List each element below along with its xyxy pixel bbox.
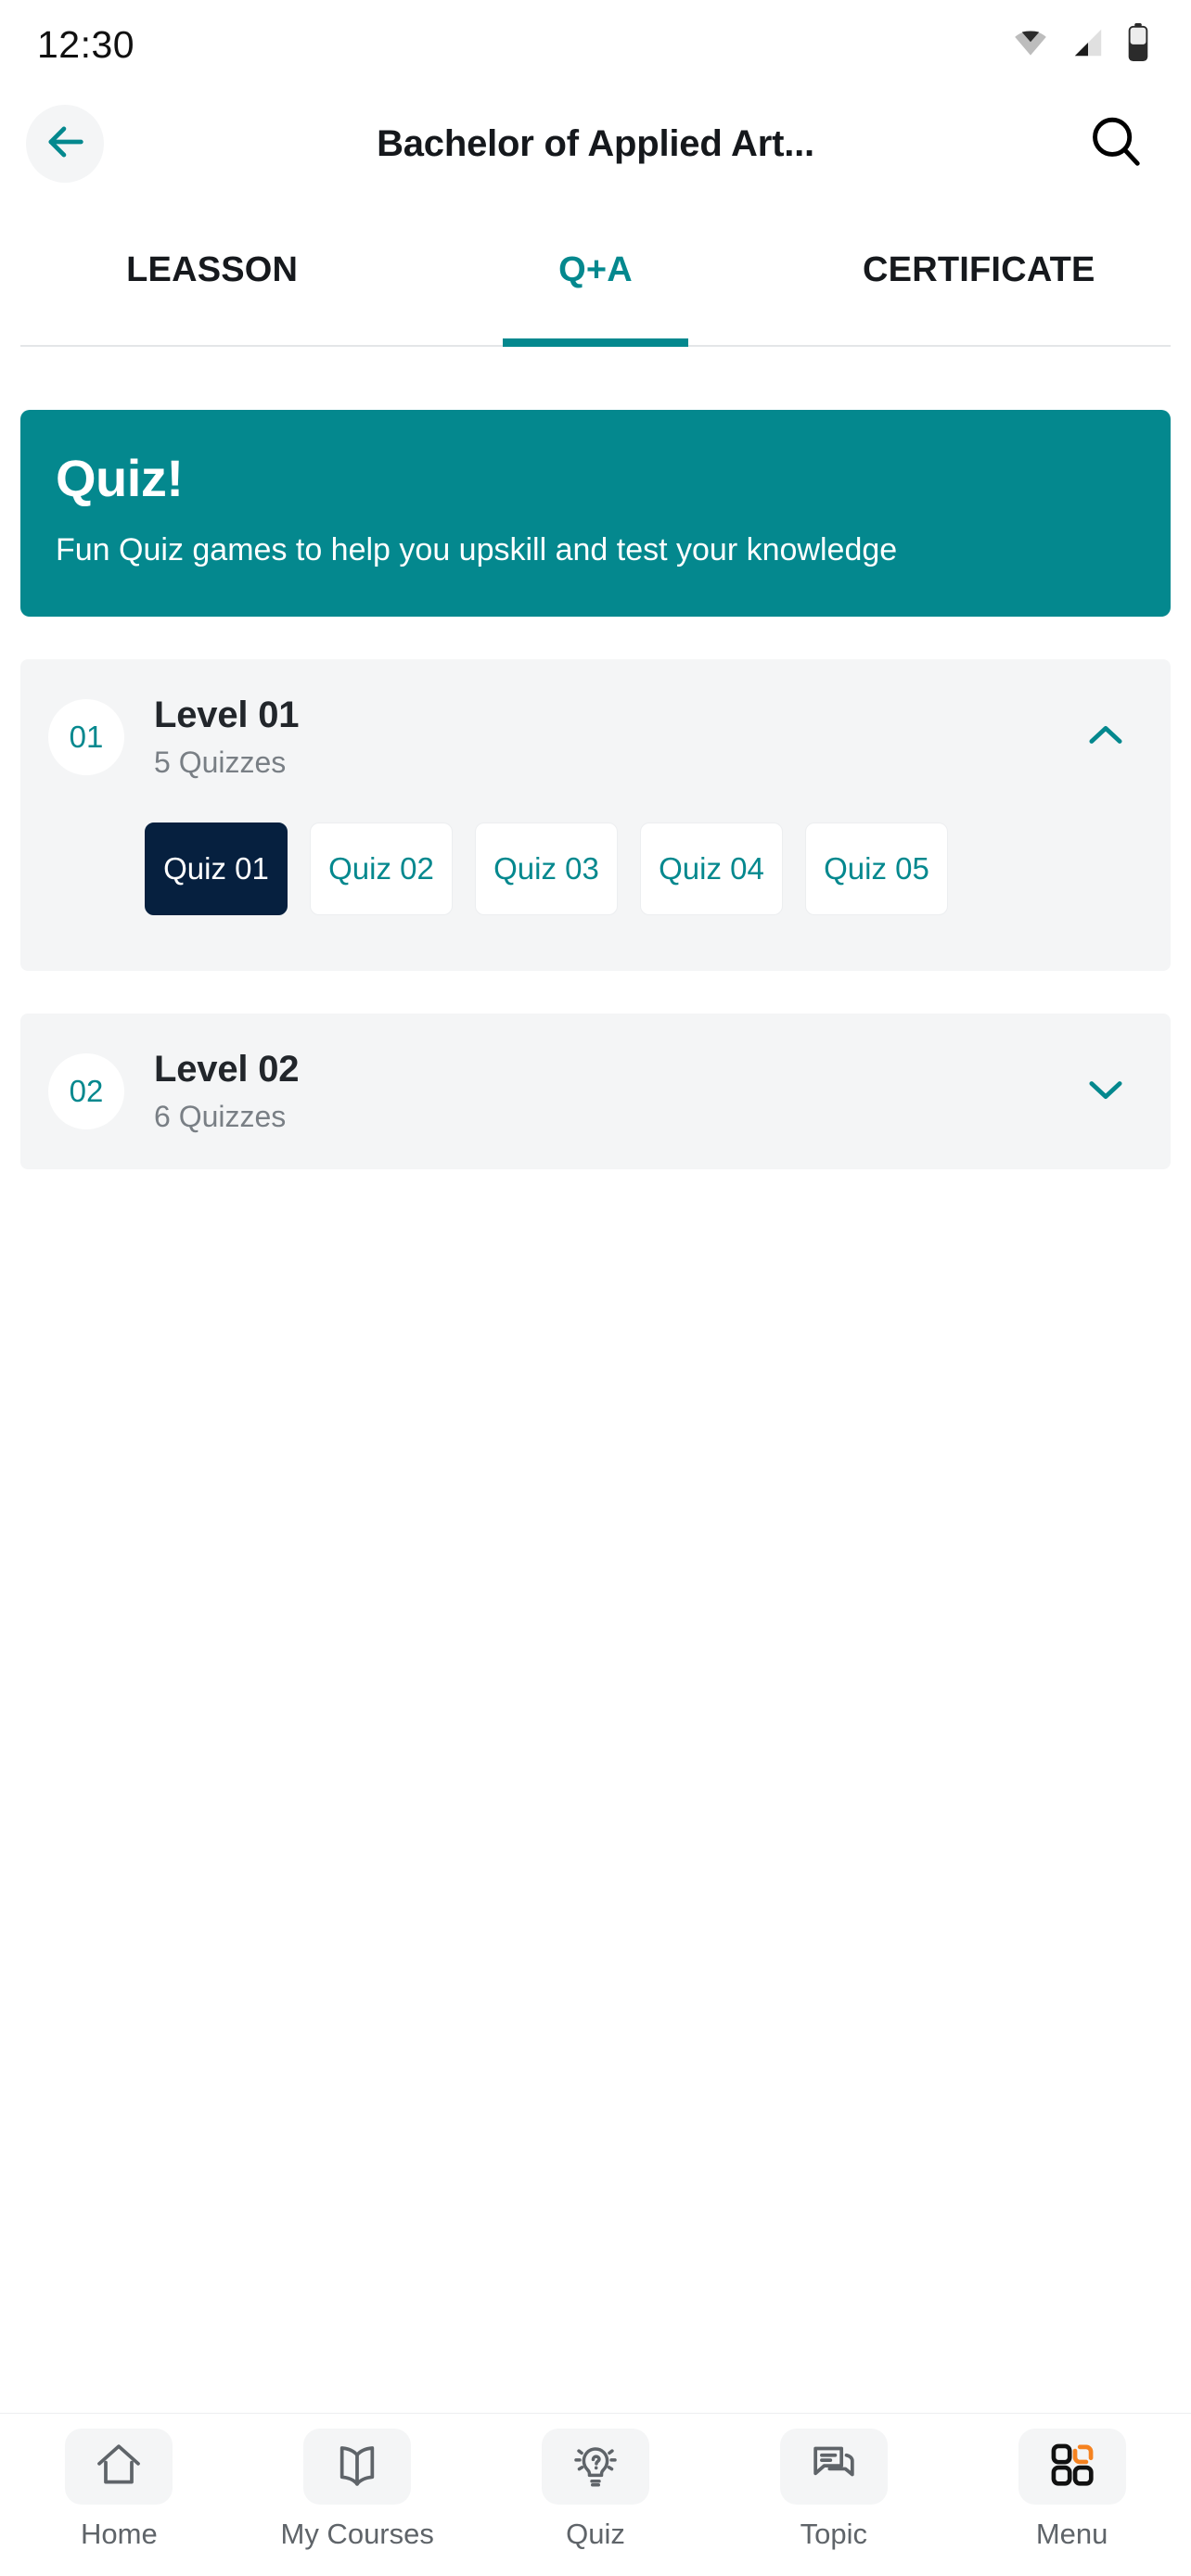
tab-q-and-a[interactable]: Q+A (403, 243, 787, 347)
quiz-chip-03[interactable]: Quiz 03 (475, 823, 618, 916)
main-content: Quiz! Fun Quiz games to help you upskill… (0, 347, 1191, 2413)
nav-icon-quiz-wrap (541, 2429, 649, 2505)
nav-item-menu[interactable]: Menu (953, 2429, 1191, 2551)
open-book-icon (331, 2439, 383, 2495)
nav-label-home: Home (81, 2518, 158, 2550)
page-title: Bachelor of Applied Art... (377, 122, 814, 164)
level-meta-01: Level 01 5 Quizzes (154, 695, 1078, 780)
nav-label-topic: Topic (800, 2518, 867, 2550)
quiz-banner: Quiz! Fun Quiz games to help you upskill… (20, 410, 1171, 618)
home-icon (93, 2439, 145, 2495)
quiz-chip-04[interactable]: Quiz 04 (640, 823, 783, 916)
level-header-02[interactable]: 02 Level 02 6 Quizzes (20, 1014, 1171, 1169)
chevron-up-icon (1082, 711, 1130, 764)
lightbulb-question-icon (570, 2439, 621, 2495)
level-badge-02: 02 (48, 1053, 124, 1130)
app-bar: Bachelor of Applied Art... (0, 89, 1191, 198)
nav-label-my-courses: My Courses (280, 2518, 434, 2550)
quiz-chip-02[interactable]: Quiz 02 (310, 823, 453, 916)
level-card-02: 02 Level 02 6 Quizzes (20, 1014, 1171, 1170)
level-toggle-02[interactable] (1078, 1064, 1133, 1119)
nav-item-quiz[interactable]: Quiz (477, 2429, 715, 2551)
nav-icon-topic-wrap (779, 2429, 888, 2505)
status-bar: 12:30 (0, 0, 1191, 89)
status-icon-group (1011, 22, 1150, 67)
level-count-02: 6 Quizzes (154, 1100, 287, 1134)
search-button[interactable] (1082, 109, 1150, 178)
level-count-01: 5 Quizzes (154, 746, 287, 780)
nav-label-menu: Menu (1035, 2518, 1108, 2550)
quiz-chip-01[interactable]: Quiz 01 (145, 823, 288, 916)
chat-bubbles-icon (808, 2439, 860, 2495)
battery-icon (1126, 22, 1150, 67)
arrow-left-icon (41, 118, 89, 171)
quiz-banner-title: Quiz! (56, 449, 184, 507)
tab-bar: LEASSON Q+A CERTIFICATE (0, 243, 1191, 347)
nav-icon-menu-wrap (1018, 2429, 1126, 2505)
cellular-signal-icon (1070, 28, 1106, 62)
level-card-01: 01 Level 01 5 Quizzes Quiz 01 Quiz 02 Qu… (20, 659, 1171, 972)
level-badge-01: 01 (48, 699, 124, 776)
nav-item-home[interactable]: Home (0, 2429, 238, 2551)
level-meta-02: Level 02 6 Quizzes (154, 1049, 1078, 1134)
nav-icon-home-wrap (65, 2429, 173, 2505)
chevron-down-icon (1082, 1065, 1130, 1118)
app-screen: 12:30 Bachelor of Applied Art... LEASSON… (0, 0, 1191, 2576)
level-title-02: Level 02 (154, 1049, 300, 1090)
bottom-navigation: Home My Courses Quiz Topic Menu (0, 2413, 1191, 2576)
grid-menu-icon (1046, 2439, 1098, 2495)
quiz-chip-grid-01: Quiz 01 Quiz 02 Quiz 03 Quiz 04 Quiz 05 (20, 815, 1171, 971)
status-time: 12:30 (37, 22, 135, 66)
tab-leasson[interactable]: LEASSON (20, 243, 403, 347)
back-button[interactable] (26, 105, 104, 183)
level-toggle-01[interactable] (1078, 709, 1133, 765)
wifi-icon (1011, 28, 1050, 62)
quiz-banner-subtitle: Fun Quiz games to help you upskill and t… (56, 532, 898, 568)
nav-item-my-courses[interactable]: My Courses (238, 2429, 477, 2551)
quiz-chip-05[interactable]: Quiz 05 (805, 823, 948, 916)
nav-label-quiz: Quiz (566, 2518, 625, 2550)
level-title-01: Level 01 (154, 695, 300, 736)
level-header-01[interactable]: 01 Level 01 5 Quizzes (20, 659, 1171, 815)
tab-certificate[interactable]: CERTIFICATE (788, 243, 1171, 347)
nav-item-topic[interactable]: Topic (714, 2429, 953, 2551)
search-icon (1087, 113, 1145, 175)
nav-icon-my-courses-wrap (303, 2429, 412, 2505)
